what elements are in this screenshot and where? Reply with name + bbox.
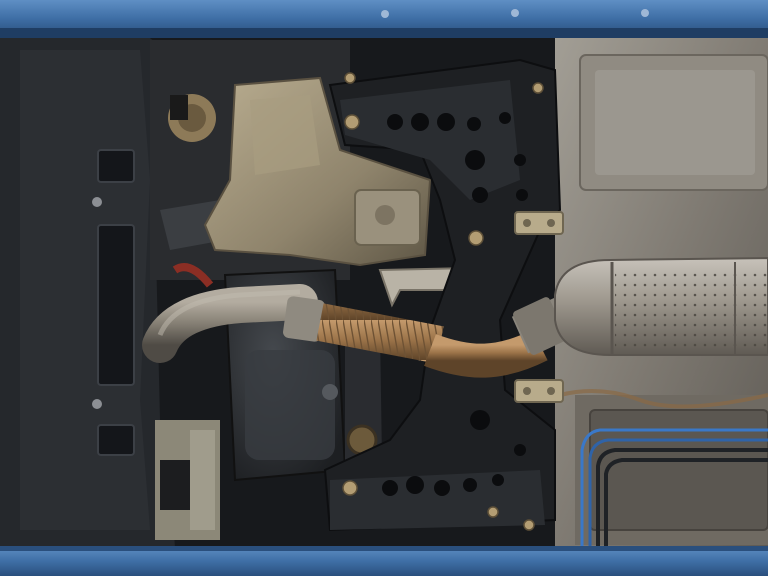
exhaust-flex-pipe <box>316 303 444 364</box>
left-splash-shield <box>0 38 175 548</box>
car-underside-photo <box>0 0 768 576</box>
oil-filter <box>160 460 190 510</box>
shield-bolt-icon <box>92 197 102 207</box>
shield-bolt-icon <box>92 399 102 409</box>
top-lift-frame <box>0 0 768 38</box>
undercarriage-illustration <box>0 0 768 576</box>
catalytic-converter <box>554 256 768 356</box>
bottom-lift-frame <box>0 546 768 576</box>
lower-left-components <box>155 420 220 540</box>
